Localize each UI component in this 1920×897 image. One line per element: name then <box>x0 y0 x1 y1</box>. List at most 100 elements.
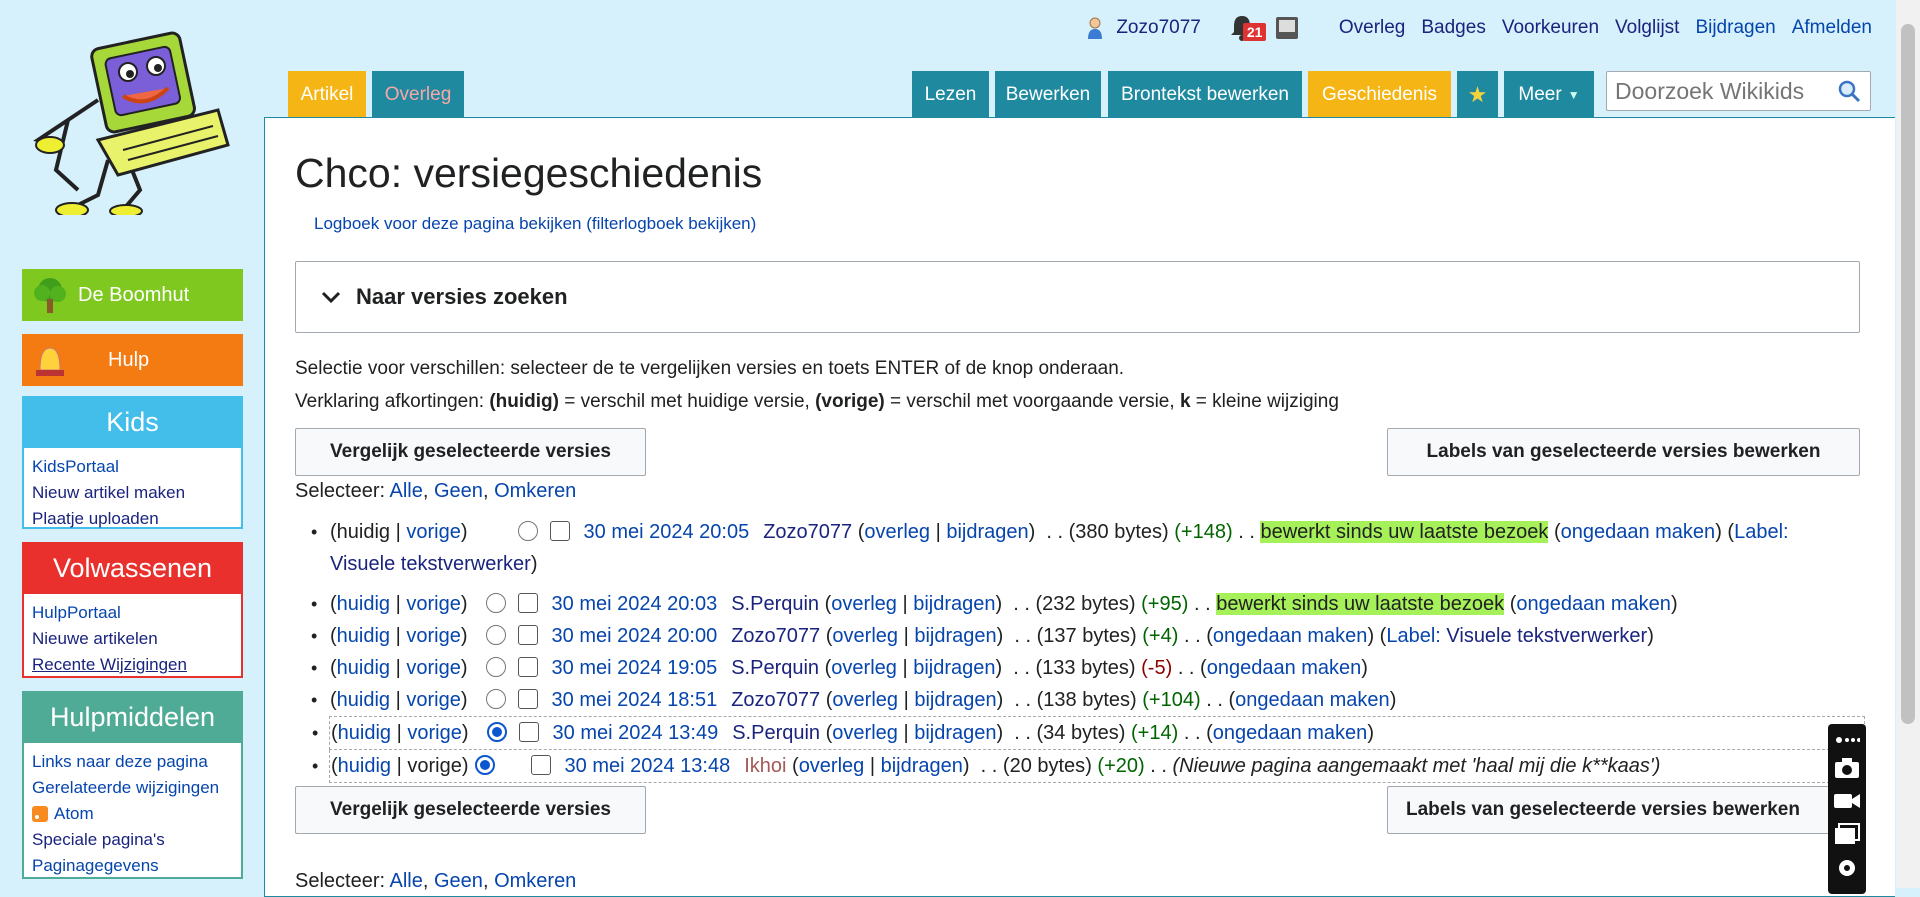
radio-oldid[interactable] <box>485 593 506 613</box>
search-input[interactable] <box>1613 76 1833 106</box>
personal-badges-link[interactable]: Badges <box>1421 17 1485 39</box>
tag-label-link[interactable]: Label: <box>1734 521 1789 543</box>
undo-link[interactable]: ongedaan maken <box>1235 689 1390 711</box>
revision-user-link[interactable]: Zozo7077 <box>731 625 820 647</box>
revision-user-link[interactable]: S.Perquin <box>732 722 820 744</box>
wikikids-logo[interactable] <box>28 30 238 218</box>
tab-talk[interactable]: Overleg <box>372 71 464 119</box>
user-talk-link[interactable]: overleg <box>831 657 897 679</box>
user-contribs-link[interactable]: bijdragen <box>914 689 996 711</box>
revision-checkbox[interactable] <box>549 521 570 541</box>
undo-link[interactable]: ongedaan maken <box>1516 593 1671 615</box>
revision-checkbox[interactable] <box>530 755 551 775</box>
huidig-link[interactable]: huidig <box>338 755 391 777</box>
revision-user-link[interactable]: Zozo7077 <box>763 521 852 543</box>
user-contribs-link[interactable]: bijdragen <box>913 593 995 615</box>
window-capture-icon[interactable] <box>1833 822 1861 846</box>
camera-icon[interactable] <box>1833 756 1861 780</box>
vorige-link[interactable]: vorige <box>406 521 460 543</box>
sidebar-item-new-article[interactable]: Nieuw artikel maken <box>32 480 233 506</box>
watch-star-icon[interactable]: ★ <box>1457 71 1498 119</box>
user-contribs-link[interactable]: bijdragen <box>913 657 995 679</box>
user-contribs-link[interactable]: bijdragen <box>914 625 996 647</box>
vorige-link[interactable]: vorige <box>406 689 460 711</box>
scrollbar-thumb[interactable] <box>1901 24 1915 724</box>
tab-read[interactable]: Lezen <box>912 71 989 119</box>
sidebar-item-recent-changes[interactable]: Recente Wijzigingen <box>32 652 233 678</box>
radio-oldid[interactable] <box>486 722 507 742</box>
tab-history[interactable]: Geschiedenis <box>1308 71 1451 119</box>
sidebar-item-related-changes[interactable]: Gerelateerde wijzigingen <box>32 775 233 801</box>
select-none-link[interactable]: Geen <box>434 870 483 892</box>
revision-checkbox[interactable] <box>518 722 539 742</box>
view-log-link[interactable]: Logboek voor deze pagina bekijken <box>314 214 581 233</box>
tag-label-link[interactable]: Label: <box>1386 625 1441 647</box>
toolbar-menu-icon[interactable] <box>1834 734 1860 746</box>
sidebar-item-hulpportaal[interactable]: HulpPortaal <box>32 600 233 626</box>
settings-gear-icon[interactable] <box>1835 856 1859 880</box>
sidebar-item-upload-image[interactable]: Plaatje uploaden <box>32 506 233 532</box>
user-talk-link[interactable]: overleg <box>832 722 898 744</box>
page-scrollbar[interactable] <box>1896 0 1920 888</box>
user-contribs-link[interactable]: bijdragen <box>914 722 996 744</box>
notifications-bell-icon[interactable]: 21 <box>1229 13 1267 43</box>
edit-tags-button-bottom[interactable]: Labels van geselecteerde versies bewerke… <box>1387 786 1860 834</box>
search-icon[interactable] <box>1837 79 1861 103</box>
tab-more[interactable]: Meer ▼ <box>1504 71 1594 119</box>
sidebar-item-special-pages[interactable]: Speciale pagina's <box>32 827 233 853</box>
select-invert-link[interactable]: Omkeren <box>494 870 576 892</box>
revision-user-link[interactable]: Zozo7077 <box>731 689 820 711</box>
hulp-link[interactable]: Hulp <box>22 334 243 386</box>
revision-checkbox[interactable] <box>517 689 538 709</box>
personal-watchlist-link[interactable]: Volglijst <box>1615 17 1679 39</box>
personal-preferences-link[interactable]: Voorkeuren <box>1502 17 1599 39</box>
revision-search-panel[interactable]: Naar versies zoeken <box>295 261 1860 333</box>
personal-talk-link[interactable]: Overleg <box>1339 17 1406 39</box>
undo-link[interactable]: ongedaan maken <box>1207 657 1362 679</box>
revision-checkbox[interactable] <box>517 625 538 645</box>
undo-link[interactable]: ongedaan maken <box>1213 722 1368 744</box>
huidig-link[interactable]: huidig <box>337 657 390 679</box>
tray-icon[interactable] <box>1273 14 1301 42</box>
revision-date-link[interactable]: 30 mei 2024 19:05 <box>552 657 718 679</box>
user-contribs-link[interactable]: bijdragen <box>881 755 963 777</box>
huidig-link[interactable]: huidig <box>337 593 390 615</box>
boomhut-link[interactable]: De Boomhut <box>22 269 243 321</box>
tab-edit[interactable]: Bewerken <box>995 71 1101 119</box>
revision-user-link[interactable]: S.Perquin <box>731 593 819 615</box>
compare-revisions-button-bottom[interactable]: Vergelijk geselecteerde versies <box>295 786 646 834</box>
undo-link[interactable]: ongedaan maken <box>1213 625 1368 647</box>
revision-user-link[interactable]: S.Perquin <box>731 657 819 679</box>
sidebar-item-new-articles[interactable]: Nieuwe artikelen <box>32 626 233 652</box>
vorige-link[interactable]: vorige <box>407 722 461 744</box>
select-all-link[interactable]: Alle <box>390 480 423 502</box>
revision-date-link[interactable]: 30 mei 2024 20:03 <box>552 593 718 615</box>
sidebar-item-page-info[interactable]: Paginagegevens <box>32 853 233 879</box>
sidebar-item-atom[interactable]: Atom <box>32 801 233 827</box>
tab-article[interactable]: Artikel <box>288 71 366 119</box>
radio-oldid[interactable] <box>485 657 506 677</box>
username-link[interactable]: Zozo7077 <box>1116 17 1201 39</box>
user-talk-link[interactable]: overleg <box>832 689 898 711</box>
radio-diff[interactable] <box>474 755 495 775</box>
edit-tags-button[interactable]: Labels van geselecteerde versies bewerke… <box>1387 428 1860 476</box>
revision-date-link[interactable]: 30 mei 2024 13:49 <box>553 722 719 744</box>
huidig-link[interactable]: huidig <box>337 689 390 711</box>
user-talk-link[interactable]: overleg <box>831 593 897 615</box>
huidig-link[interactable]: huidig <box>337 625 390 647</box>
huidig-link[interactable]: huidig <box>338 722 391 744</box>
user-talk-link[interactable]: overleg <box>799 755 865 777</box>
radio-oldid[interactable] <box>485 625 506 645</box>
user-talk-link[interactable]: overleg <box>864 521 930 543</box>
revision-user-link[interactable]: Ikhoi <box>744 755 786 777</box>
revision-checkbox[interactable] <box>517 593 538 613</box>
vorige-link[interactable]: vorige <box>406 593 460 615</box>
sidebar-item-whatlinkshere[interactable]: Links naar deze pagina <box>32 749 233 775</box>
view-filter-log-link[interactable]: (filterlogboek bekijken) <box>586 214 756 233</box>
personal-logout-link[interactable]: Afmelden <box>1792 17 1872 39</box>
user-contribs-link[interactable]: bijdragen <box>946 521 1028 543</box>
select-none-link[interactable]: Geen <box>434 480 483 502</box>
compare-revisions-button[interactable]: Vergelijk geselecteerde versies <box>295 428 646 476</box>
vorige-link[interactable]: vorige <box>406 625 460 647</box>
personal-contributions-link[interactable]: Bijdragen <box>1695 17 1775 39</box>
